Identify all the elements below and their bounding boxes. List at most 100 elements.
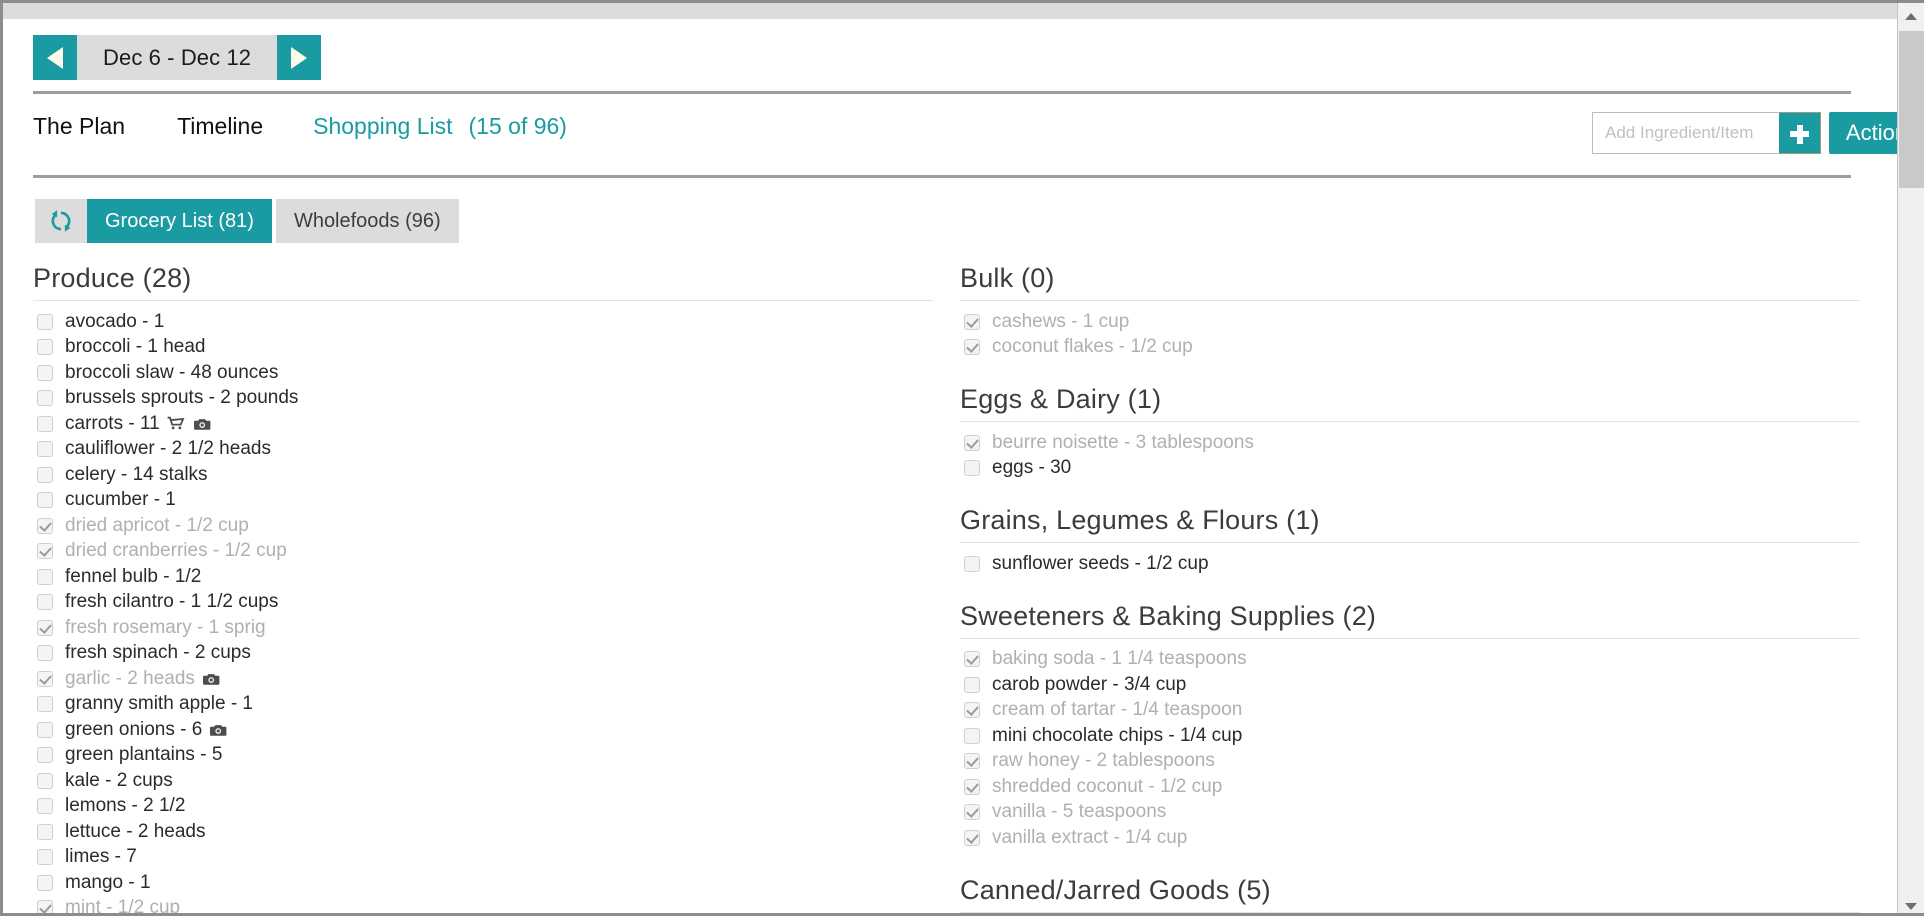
list-item[interactable]: granny smith apple - 1 [33, 692, 933, 718]
checkbox-checked[interactable] [964, 804, 980, 821]
camera-icon [210, 724, 227, 736]
checkbox-checked[interactable] [37, 517, 53, 534]
list-item[interactable]: carrots - 11 [33, 411, 933, 437]
checkbox-unchecked[interactable] [964, 727, 980, 744]
checkbox-checked[interactable] [37, 619, 53, 636]
list-item[interactable]: lemons - 2 1/2 [33, 794, 933, 820]
cart-icon-button[interactable] [167, 416, 186, 432]
list-item[interactable]: raw honey - 2 tablespoons [960, 749, 1860, 775]
main-nav-row: The Plan Timeline Shopping List (15 of 9… [3, 99, 1924, 171]
checkbox-checked[interactable] [964, 778, 980, 795]
list-item[interactable]: fennel bulb - 1/2 [33, 564, 933, 590]
camera-icon-button[interactable] [193, 416, 212, 432]
category-divider [960, 421, 1860, 422]
scroll-down-button[interactable] [1898, 893, 1924, 913]
tab-shopping-list[interactable]: Shopping List [313, 113, 452, 140]
list-item[interactable]: shredded coconut - 1/2 cup [960, 774, 1860, 800]
checkbox-unchecked[interactable] [37, 339, 53, 356]
list-item[interactable]: limes - 7 [33, 845, 933, 871]
checkbox-checked[interactable] [964, 753, 980, 770]
list-item[interactable]: cauliflower - 2 1/2 heads [33, 437, 933, 463]
tab-wholefoods[interactable]: Wholefoods (96) [275, 199, 459, 243]
add-ingredient-input[interactable] [1592, 112, 1779, 154]
checkbox-checked[interactable] [964, 339, 980, 356]
list-item[interactable]: celery - 14 stalks [33, 462, 933, 488]
checkbox-checked[interactable] [37, 543, 53, 560]
list-item[interactable]: vanilla - 5 teaspoons [960, 800, 1860, 826]
checkbox-checked[interactable] [964, 651, 980, 668]
list-item[interactable]: green plantains - 5 [33, 743, 933, 769]
list-item[interactable]: broccoli slaw - 48 ounces [33, 360, 933, 386]
list-item-label: cream of tartar - 1/4 teaspoon [992, 699, 1243, 721]
shopping-list-count: (15 of 96) [468, 113, 567, 139]
list-item[interactable]: brussels sprouts - 2 pounds [33, 386, 933, 412]
checkbox-unchecked[interactable] [37, 747, 53, 764]
checkbox-unchecked[interactable] [37, 849, 53, 866]
camera-icon-button[interactable] [209, 722, 228, 738]
list-item[interactable]: fresh cilantro - 1 1/2 cups [33, 590, 933, 616]
checkbox-unchecked[interactable] [964, 676, 980, 693]
list-item[interactable]: mango - 1 [33, 870, 933, 896]
list-item[interactable]: kale - 2 cups [33, 768, 933, 794]
list-item[interactable]: mint - 1/2 cup [33, 896, 933, 913]
checkbox-unchecked[interactable] [37, 874, 53, 891]
checkbox-unchecked[interactable] [37, 492, 53, 509]
list-item[interactable]: garlic - 2 heads [33, 666, 933, 692]
checkbox-unchecked[interactable] [37, 364, 53, 381]
scrollbar-thumb[interactable] [1899, 31, 1924, 188]
checkbox-unchecked[interactable] [37, 466, 53, 483]
camera-icon-button[interactable] [202, 671, 221, 687]
tab-timeline[interactable]: Timeline [177, 113, 263, 140]
list-item[interactable]: carob powder - 3/4 cup [960, 672, 1860, 698]
checkbox-unchecked[interactable] [37, 568, 53, 585]
checkbox-unchecked[interactable] [37, 721, 53, 738]
list-item-label: green plantains - 5 [65, 744, 223, 766]
next-week-button[interactable] [277, 35, 322, 80]
checkbox-checked[interactable] [964, 829, 980, 846]
list-item[interactable]: lettuce - 2 heads [33, 819, 933, 845]
list-item[interactable]: cream of tartar - 1/4 teaspoon [960, 698, 1860, 724]
checkbox-unchecked[interactable] [37, 313, 53, 330]
list-item[interactable]: fresh rosemary - 1 sprig [33, 615, 933, 641]
checkbox-unchecked[interactable] [37, 823, 53, 840]
list-item[interactable]: green onions - 6 [33, 717, 933, 743]
list-item[interactable]: vanilla extract - 1/4 cup [960, 825, 1860, 851]
checkbox-unchecked[interactable] [37, 772, 53, 789]
checkbox-unchecked[interactable] [37, 594, 53, 611]
checkbox-checked[interactable] [964, 313, 980, 330]
checkbox-unchecked[interactable] [37, 696, 53, 713]
list-item[interactable]: baking soda - 1 1/4 teaspoons [960, 647, 1860, 673]
category-divider [960, 542, 1860, 543]
list-item[interactable]: dried apricot - 1/2 cup [33, 513, 933, 539]
checkbox-unchecked[interactable] [964, 555, 980, 572]
list-item[interactable]: broccoli - 1 head [33, 335, 933, 361]
list-item[interactable]: cucumber - 1 [33, 488, 933, 514]
list-item[interactable]: cashews - 1 cup [960, 309, 1860, 335]
list-item[interactable]: coconut flakes - 1/2 cup [960, 335, 1860, 361]
checkbox-unchecked[interactable] [964, 460, 980, 477]
list-item[interactable]: avocado - 1 [33, 309, 933, 335]
scroll-up-button[interactable] [1898, 3, 1924, 29]
list-item[interactable]: dried cranberries - 1/2 cup [33, 539, 933, 565]
vertical-scrollbar[interactable] [1897, 3, 1924, 913]
list-item[interactable]: beurre noisette - 3 tablespoons [960, 430, 1860, 456]
refresh-button[interactable] [35, 199, 87, 243]
list-item[interactable]: mini chocolate chips - 1/4 cup [960, 723, 1860, 749]
list-item[interactable]: eggs - 30 [960, 456, 1860, 482]
tab-the-plan[interactable]: The Plan [33, 113, 125, 140]
checkbox-unchecked[interactable] [37, 441, 53, 458]
checkbox-checked[interactable] [964, 702, 980, 719]
checkbox-unchecked[interactable] [37, 798, 53, 815]
add-ingredient-button[interactable] [1779, 112, 1821, 154]
list-item[interactable]: sunflower seeds - 1/2 cup [960, 551, 1860, 577]
checkbox-checked[interactable] [37, 670, 53, 687]
checkbox-checked[interactable] [37, 900, 53, 913]
previous-week-button[interactable] [33, 35, 77, 80]
nav-links: The Plan Timeline Shopping List (15 of 9… [33, 113, 567, 140]
list-item[interactable]: fresh spinach - 2 cups [33, 641, 933, 667]
tab-grocery-list[interactable]: Grocery List (81) [87, 199, 272, 243]
checkbox-unchecked[interactable] [37, 390, 53, 407]
checkbox-unchecked[interactable] [37, 415, 53, 432]
checkbox-checked[interactable] [964, 434, 980, 451]
checkbox-unchecked[interactable] [37, 645, 53, 662]
